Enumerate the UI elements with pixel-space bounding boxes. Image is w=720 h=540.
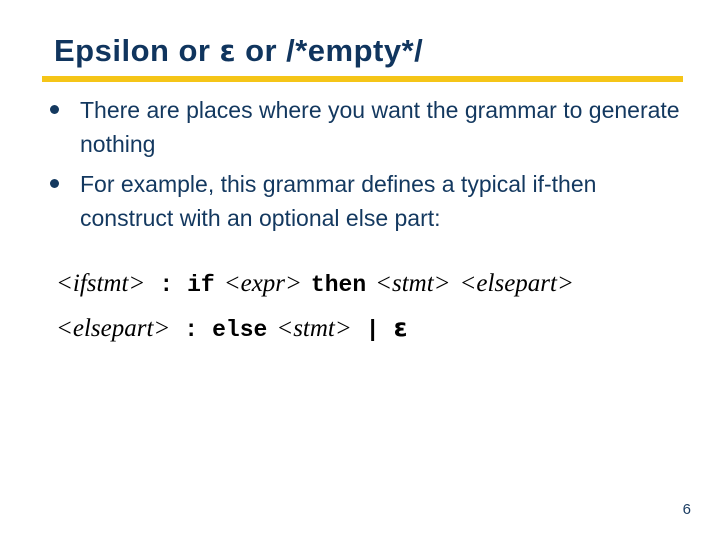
grammar-rule-elsepart: <elsepart>: else <stmt> | ε: [56, 306, 706, 350]
bullet-text: There are places where you want the gram…: [80, 97, 680, 157]
grammar-colon: :: [159, 272, 174, 298]
grammar-terminal-else: else: [212, 317, 268, 343]
page-number: 6: [682, 501, 691, 518]
grammar-nonterminal-elsepart: <elsepart>: [459, 270, 574, 297]
bullet-dot-icon: [50, 105, 59, 114]
grammar-rule-ifstmt: <ifstmt>: if <expr> then <stmt> <elsepart>: [56, 262, 706, 306]
title-word-empty-comment: /*empty*/: [286, 33, 424, 68]
grammar-nonterminal-ifstmt: <ifstmt>: [56, 270, 146, 297]
title-epsilon-symbol: ε: [219, 34, 237, 68]
list-item: For example, this grammar defines a typi…: [44, 167, 692, 235]
slide-canvas: Epsilon or ε or/*empty*/ There are places w…: [0, 0, 720, 540]
bullet-dot-icon: [50, 179, 59, 188]
grammar-nonterminal-elsepart-lhs: <elsepart>: [56, 315, 171, 342]
grammar-production-block: <ifstmt>: if <expr> then <stmt> <elsepart> <e…: [56, 262, 706, 350]
page-title: Epsilon or ε or/*empty*/: [54, 31, 694, 71]
bullet-text: For example, this grammar defines a typi…: [80, 171, 597, 231]
title-word-or-1: or: [178, 33, 211, 68]
grammar-alternation-bar: |: [365, 317, 380, 343]
slide-title-block: Epsilon or ε or/*empty*/: [54, 31, 694, 71]
title-word-or-2: or: [245, 33, 278, 68]
grammar-nonterminal-expr: <expr>: [223, 270, 302, 297]
grammar-epsilon-symbol: ε: [393, 313, 408, 342]
grammar-terminal-if: if: [187, 272, 215, 298]
title-word-epsilon: Epsilon: [54, 33, 170, 68]
bullet-list: There are places where you want the gram…: [44, 93, 692, 241]
title-underline-rule: [42, 76, 683, 82]
grammar-nonterminal-stmt: <stmt>: [375, 270, 451, 297]
grammar-colon: :: [184, 317, 199, 343]
grammar-nonterminal-stmt: <stmt>: [276, 315, 352, 342]
grammar-terminal-then: then: [310, 272, 367, 298]
list-item: There are places where you want the gram…: [44, 93, 692, 161]
